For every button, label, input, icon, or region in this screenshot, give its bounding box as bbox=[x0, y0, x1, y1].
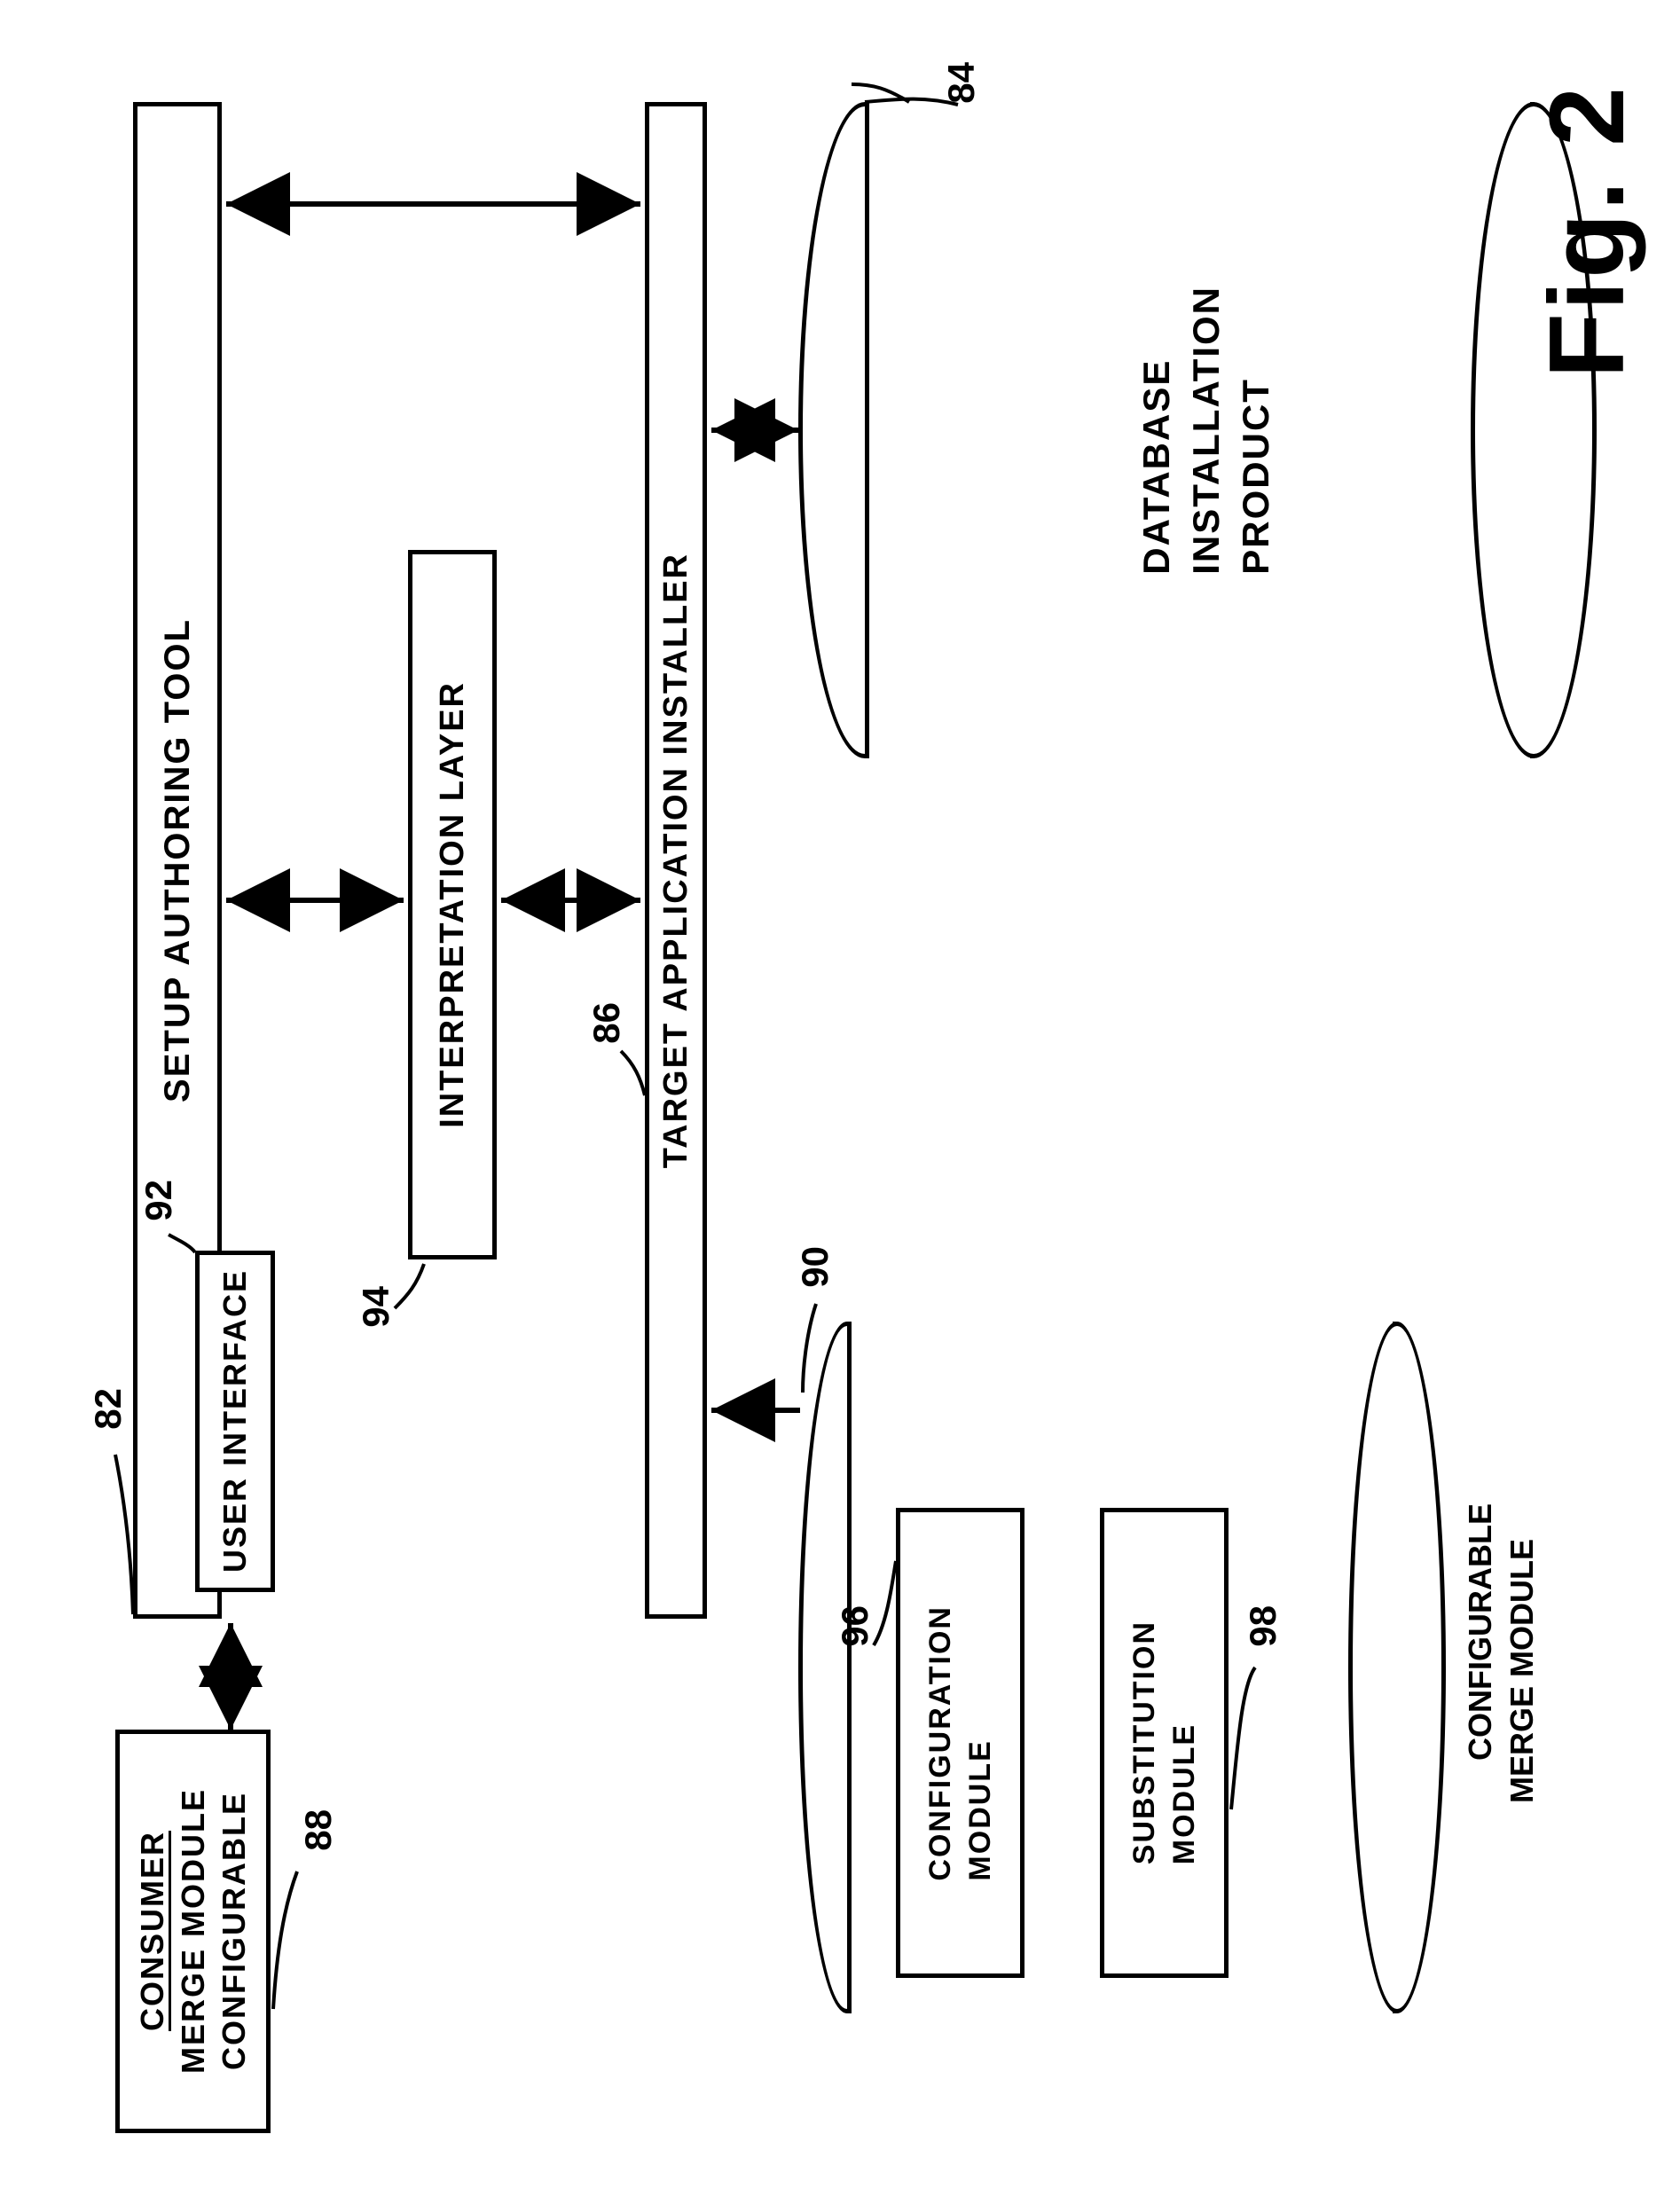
connectors bbox=[0, 0, 1680, 2197]
